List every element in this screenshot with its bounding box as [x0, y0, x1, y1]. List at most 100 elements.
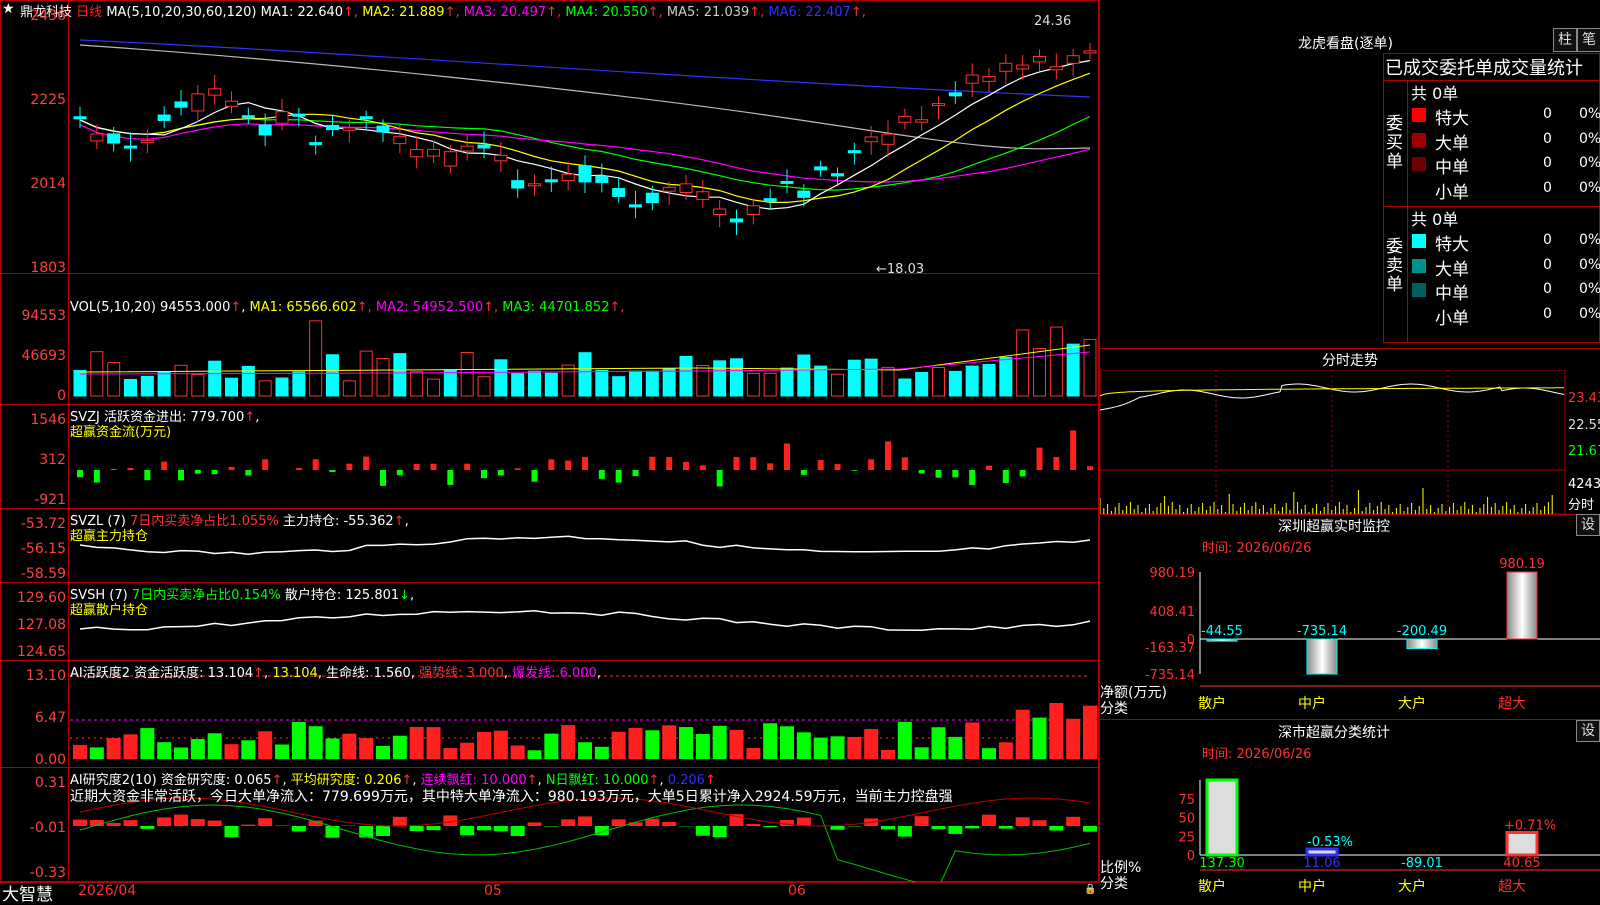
- color-swatch: [1412, 157, 1426, 171]
- svzj-bar: [868, 459, 874, 470]
- research-bar: [393, 817, 407, 826]
- realtime-xlabel: 分类: [1100, 698, 1128, 718]
- candle: [731, 219, 743, 222]
- bar-pct: -0.53%: [1307, 835, 1353, 850]
- activity-bar: [662, 725, 676, 759]
- volume-bar: [579, 353, 591, 396]
- svzj-bar: [986, 466, 992, 470]
- svzj-bar: [633, 470, 639, 476]
- tick-mode-button[interactable]: 笔: [1577, 28, 1600, 52]
- main-header: 鼎龙科技 日线 MA(5,10,20,30,60,120) MA1: 22.64…: [20, 1, 866, 20]
- svzj-bar: [952, 470, 958, 477]
- svzj-bar: [616, 470, 622, 483]
- candle: [259, 125, 271, 135]
- bar-pct: +0.71%: [1504, 819, 1556, 834]
- stats-col-divider: [1407, 80, 1408, 343]
- category-label: 中户: [1298, 878, 1326, 895]
- activity-bar: [157, 742, 171, 759]
- volume-bar: [259, 381, 271, 396]
- activity-bar: [1049, 703, 1063, 759]
- research-bar: [275, 825, 289, 826]
- order-percent: 0%: [1579, 306, 1600, 322]
- buy-orders-label: 委买单: [1386, 115, 1404, 172]
- research-bar: [578, 816, 592, 826]
- candle: [966, 75, 978, 83]
- volume-bar: [714, 361, 726, 396]
- research-bar: [342, 825, 356, 826]
- bar-value: -89.01: [1401, 856, 1443, 871]
- category-stats-chart: 7550250137.30散户-0.53%11.06中户-89.01大户+0.7…: [1100, 760, 1600, 900]
- activity-bar: [292, 722, 306, 759]
- order-percent: 0%: [1579, 131, 1600, 147]
- category-settings-button[interactable]: 设: [1576, 720, 1600, 742]
- research-bar: [561, 819, 575, 826]
- candle: [865, 137, 877, 142]
- candle: [529, 184, 541, 186]
- volume-bar: [1050, 327, 1062, 396]
- stats-title: 已成交委托单成交量统计: [1385, 54, 1583, 80]
- research-bar: [494, 826, 508, 831]
- category-label: 散户: [1198, 695, 1226, 712]
- volume-bar: [646, 371, 658, 396]
- intraday-tick: 23.43: [1568, 391, 1600, 406]
- realtime-monitor-title: 深圳超赢实时监控: [1278, 516, 1390, 536]
- category-label: 超大: [1498, 696, 1526, 712]
- activity-bar: [544, 734, 558, 759]
- ai-research-note: 近期大资金非常活跃，今日大单净流入：779.699万元，其中特大单净流入：980…: [70, 786, 953, 806]
- volume-bar: [394, 354, 406, 396]
- y-tick: 75: [1178, 793, 1195, 808]
- realtime-settings-button[interactable]: 设: [1576, 514, 1600, 536]
- category-label: 大户: [1398, 695, 1426, 712]
- volume-bar: [377, 358, 389, 396]
- intraday-chart: [1100, 370, 1600, 514]
- intraday-title: 分时走势: [1322, 350, 1378, 370]
- color-swatch: [1412, 108, 1426, 122]
- activity-bar: [326, 738, 340, 759]
- volume-bar: [310, 321, 322, 396]
- volume-bar: [108, 363, 120, 396]
- svzj-bar: [649, 457, 655, 470]
- svzj-bar: [683, 462, 689, 470]
- research-bar: [629, 822, 643, 826]
- svzj-bar: [161, 462, 167, 470]
- research-bar: [208, 821, 222, 826]
- research-bar: [241, 825, 255, 826]
- candle: [192, 94, 204, 111]
- activity-bar: [393, 736, 407, 759]
- candle: [444, 152, 456, 166]
- period-label[interactable]: 日线: [76, 5, 102, 20]
- activity-bar: [1066, 719, 1080, 759]
- volume-bar: [747, 373, 759, 396]
- y-tick: -735.14: [1145, 668, 1195, 683]
- volume-bar: [832, 374, 844, 396]
- volume-bar: [478, 377, 490, 396]
- category-label: 中户: [1298, 695, 1326, 712]
- y-tick: 408.41: [1150, 605, 1196, 620]
- research-bar: [157, 817, 171, 826]
- y-tick: -53.72: [0, 516, 66, 532]
- brand-label[interactable]: 大智慧: [2, 880, 53, 905]
- volume-bar: [562, 365, 574, 396]
- activity-bar: [1016, 710, 1030, 759]
- activity-bar: [948, 737, 962, 759]
- y-tick: 1546: [0, 412, 66, 428]
- candle: [933, 104, 945, 106]
- research-bar: [915, 816, 929, 826]
- y-tick: 129.60: [0, 590, 66, 606]
- candle: [613, 189, 625, 197]
- svzj-bar: [313, 459, 319, 470]
- activity-bar: [881, 750, 895, 759]
- activity-bar: [797, 732, 811, 759]
- activity-bar: [696, 734, 710, 759]
- volume-bar: [781, 368, 793, 396]
- color-swatch: [1412, 234, 1426, 248]
- activity-bar: [241, 740, 255, 759]
- bar-mode-button[interactable]: 柱: [1553, 28, 1577, 52]
- lock-icon[interactable]: 🔒: [1084, 884, 1096, 895]
- svzj-bar: [700, 465, 706, 470]
- activity-bar: [713, 726, 727, 759]
- activity-bar: [595, 747, 609, 759]
- candle: [495, 155, 507, 160]
- order-count: 0: [1543, 180, 1552, 196]
- volume-bar: [444, 370, 456, 396]
